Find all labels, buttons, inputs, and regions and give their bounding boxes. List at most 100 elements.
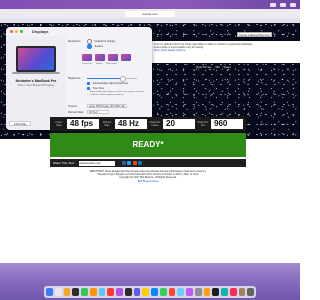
test-select[interactable]: Choose a Moving Photo Test <box>237 32 272 37</box>
footer-notes: IMPORTANT: Close all apps and other brow… <box>50 170 246 183</box>
dock-app-icon[interactable] <box>72 288 79 296</box>
dock-app-icon[interactable] <box>177 288 184 296</box>
stat-value: 960 <box>211 119 243 129</box>
true-tone-label: True Tone <box>92 87 105 90</box>
true-tone-description: Automatically adapt display to make colo… <box>90 91 145 96</box>
minimize-button[interactable] <box>15 30 18 33</box>
refresh-row: Refresh Rate: 48 Hertz <box>68 110 109 114</box>
share-icons <box>121 161 143 165</box>
address-bar[interactable]: testufo.com <box>125 11 175 17</box>
dock-app-icon[interactable] <box>81 288 88 296</box>
mini-control-0: Pixels Per Sec <box>196 66 212 69</box>
preset-label: Presets: <box>68 104 78 108</box>
dock-app-icon[interactable] <box>151 288 158 296</box>
dock-app-icon[interactable] <box>159 288 167 296</box>
stat-value: 20 <box>163 119 195 129</box>
radio-default[interactable] <box>87 39 92 44</box>
share-url-field[interactable]: www.testufo.com <box>78 160 115 166</box>
twitter-icon[interactable] <box>127 161 132 165</box>
resolution-label: Resolution: <box>68 39 81 43</box>
dock-app-icon[interactable] <box>98 288 106 296</box>
window-title: Displays <box>32 29 49 34</box>
refresh-popup[interactable]: 48 Hertz <box>87 110 109 114</box>
blur-busters-link[interactable]: Blur Busters Home <box>50 180 246 183</box>
battery-icon[interactable] <box>270 2 276 7</box>
preset-popup[interactable]: Apple XDR Display (P3-1600 nits) <box>87 104 127 108</box>
dock-app-icon[interactable] <box>212 288 219 296</box>
resolution-option-default: Default for display <box>94 39 116 43</box>
dock-app-icon[interactable] <box>116 288 123 296</box>
facebook-icon[interactable] <box>121 161 126 165</box>
scale-thumb-1[interactable] <box>82 54 92 61</box>
auto-brightness-label: Automatically adjust brightness <box>92 82 129 85</box>
brightness-slider[interactable] <box>87 76 137 83</box>
scale-labels: Larger Text Default More Space <box>82 63 117 65</box>
stats-strip: Frame Rate 48 fps Refresh Rate 48 Hz Pix… <box>50 117 246 131</box>
menu-bar <box>0 0 300 9</box>
stat-value: 48 Hz <box>115 119 147 129</box>
macbook-icon <box>16 46 56 72</box>
scale-label-larger: Larger Text <box>82 63 92 65</box>
scale-label-space: More Space <box>106 63 118 65</box>
macbook-base <box>12 72 60 74</box>
dock-app-icon[interactable] <box>186 288 193 296</box>
auto-brightness-checkbox[interactable] <box>87 82 90 85</box>
mini-control-2[interactable]: Speed <box>224 66 231 69</box>
dock-app-icon[interactable] <box>89 288 97 296</box>
resolution-row: Resolution: Default for display <box>68 39 115 44</box>
display-preview-pane: Nectarine's MacBook Pro Built-in Liquid … <box>6 36 66 130</box>
stat-refresh-rate: Refresh Rate 48 Hz <box>101 119 147 129</box>
scale-thumb-3[interactable] <box>108 54 118 61</box>
mini-control-1[interactable]: 960 <box>216 66 220 69</box>
linkedin-icon[interactable] <box>138 161 143 165</box>
dock-app-icon[interactable] <box>203 288 211 296</box>
reddit-icon[interactable] <box>132 161 137 165</box>
dock-app-icon[interactable] <box>46 288 53 296</box>
device-subtitle: Built-in Liquid Retina XDR Display <box>17 84 55 87</box>
dock-app-icon[interactable] <box>63 288 71 296</box>
add-display-button[interactable]: Add Display <box>9 121 31 126</box>
stat-frame-rate: Frame Rate 48 fps <box>53 119 99 129</box>
stat-label: Frame Rate <box>55 121 63 127</box>
scale-thumbnails <box>82 54 131 61</box>
dock-app-icon[interactable] <box>247 288 254 296</box>
scaled-row: Scaled <box>87 44 102 49</box>
stat-pixels-per-frame: Pixels Per Frame 20 <box>149 119 195 129</box>
refresh-label: Refresh Rate: <box>68 110 85 114</box>
wifi-icon[interactable] <box>280 2 286 7</box>
zoom-button[interactable] <box>20 30 23 33</box>
stat-label: Pixels Per Sec <box>197 121 209 127</box>
close-button[interactable] <box>10 30 13 33</box>
control-center-icon[interactable] <box>290 2 296 7</box>
window-controls <box>10 30 23 33</box>
mini-controls: Pixels Per Sec 960 Speed <box>196 66 230 69</box>
dock-app-icon[interactable] <box>142 288 149 296</box>
device-name: Nectarine's MacBook Pro <box>15 79 57 83</box>
share-label: Share This Test: <box>53 161 75 165</box>
preset-row: Presets: Apple XDR Display (P3-1600 nits… <box>68 104 127 108</box>
displays-settings-window: Displays Nectarine's MacBook Pro Built-i… <box>6 27 152 130</box>
scale-thumb-2[interactable] <box>95 54 105 61</box>
scale-thumb-4[interactable] <box>121 54 131 61</box>
dock-app-icon[interactable] <box>168 288 176 296</box>
dock-app-icon[interactable] <box>221 288 228 296</box>
true-tone-row: True Tone <box>87 87 104 90</box>
stat-label: Refresh Rate <box>102 121 112 127</box>
stat-label: Pixels Per Frame <box>149 121 161 127</box>
stat-value: 48 fps <box>67 119 99 129</box>
radio-scaled[interactable] <box>87 44 92 49</box>
info-link[interactable]: More Quick Ready Options <box>154 49 296 52</box>
resolution-option-scaled: Scaled <box>94 44 103 48</box>
dock-app-icon[interactable] <box>133 288 141 296</box>
dock-app-icon[interactable] <box>229 288 237 296</box>
dock-app-icon[interactable] <box>54 288 62 296</box>
auto-brightness-row: Automatically adjust brightness <box>87 82 128 85</box>
dock-app-icon[interactable] <box>238 288 246 296</box>
scale-label-default: Default <box>95 63 103 65</box>
dock-app-icon[interactable] <box>124 288 132 296</box>
dock-app-icon[interactable] <box>107 288 114 296</box>
true-tone-checkbox[interactable] <box>87 87 90 90</box>
brightness-label: Brightness: <box>68 77 81 80</box>
dock-app-icon[interactable] <box>194 288 202 296</box>
share-bar: Share This Test: www.testufo.com <box>50 159 246 167</box>
